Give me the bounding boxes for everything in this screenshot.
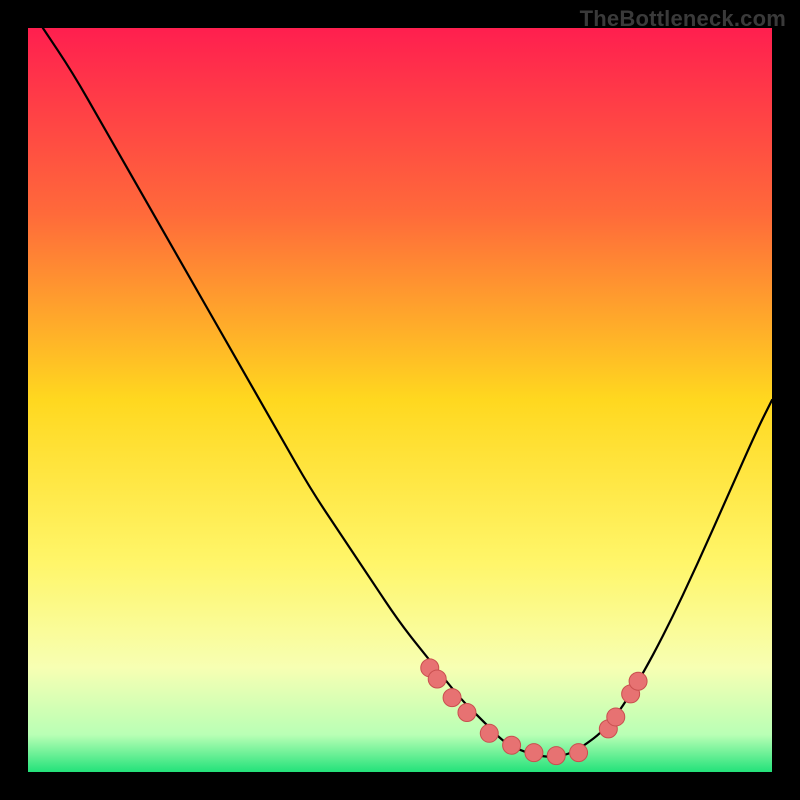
fit-marker — [480, 724, 498, 742]
fit-marker — [607, 708, 625, 726]
fit-marker — [629, 672, 647, 690]
watermark-text: TheBottleneck.com — [580, 6, 786, 32]
fit-marker — [547, 747, 565, 765]
fit-marker — [428, 670, 446, 688]
gradient-background — [28, 28, 772, 772]
plot-area — [28, 28, 772, 772]
chart-frame: TheBottleneck.com — [0, 0, 800, 800]
fit-marker — [443, 689, 461, 707]
fit-marker — [503, 736, 521, 754]
fit-marker — [458, 703, 476, 721]
fit-marker — [570, 744, 588, 762]
chart-svg — [28, 28, 772, 772]
fit-marker — [525, 744, 543, 762]
